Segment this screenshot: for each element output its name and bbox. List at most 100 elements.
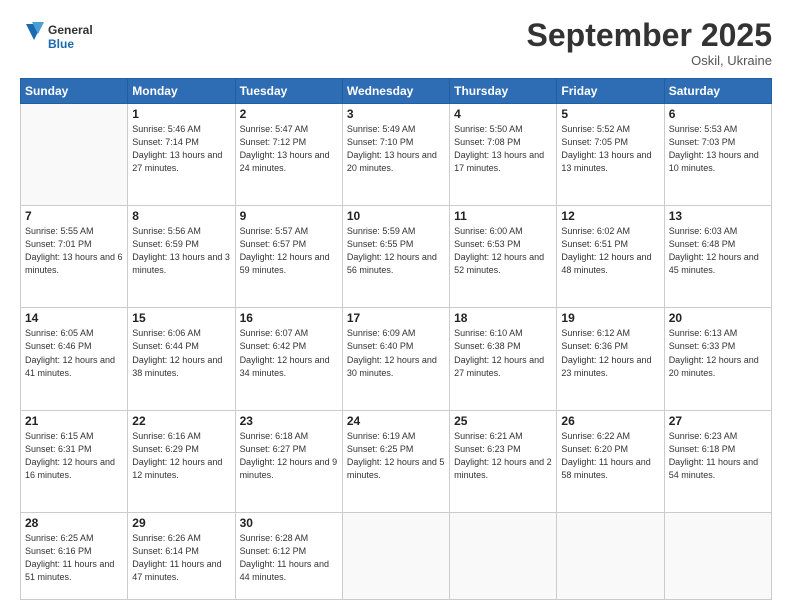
- day-cell: [450, 512, 557, 599]
- day-cell: 6 Sunrise: 5:53 AMSunset: 7:03 PMDayligh…: [664, 104, 771, 206]
- day-info: Sunrise: 5:55 AMSunset: 7:01 PMDaylight:…: [25, 225, 123, 277]
- day-cell: 26 Sunrise: 6:22 AMSunset: 6:20 PMDaylig…: [557, 410, 664, 512]
- day-cell: 3 Sunrise: 5:49 AMSunset: 7:10 PMDayligh…: [342, 104, 449, 206]
- week-row-1: 1 Sunrise: 5:46 AMSunset: 7:14 PMDayligh…: [21, 104, 772, 206]
- day-info: Sunrise: 6:28 AMSunset: 6:12 PMDaylight:…: [240, 532, 338, 584]
- day-info: Sunrise: 6:13 AMSunset: 6:33 PMDaylight:…: [669, 327, 767, 379]
- day-number: 29: [132, 516, 230, 530]
- day-cell: 15 Sunrise: 6:06 AMSunset: 6:44 PMDaylig…: [128, 308, 235, 410]
- title-block: September 2025 Oskil, Ukraine: [527, 18, 772, 68]
- day-cell: 1 Sunrise: 5:46 AMSunset: 7:14 PMDayligh…: [128, 104, 235, 206]
- day-info: Sunrise: 5:49 AMSunset: 7:10 PMDaylight:…: [347, 123, 445, 175]
- header: General Blue September 2025 Oskil, Ukrai…: [20, 18, 772, 68]
- day-info: Sunrise: 6:09 AMSunset: 6:40 PMDaylight:…: [347, 327, 445, 379]
- day-number: 2: [240, 107, 338, 121]
- day-cell: 5 Sunrise: 5:52 AMSunset: 7:05 PMDayligh…: [557, 104, 664, 206]
- day-number: 8: [132, 209, 230, 223]
- col-header-monday: Monday: [128, 79, 235, 104]
- day-number: 25: [454, 414, 552, 428]
- day-cell: 25 Sunrise: 6:21 AMSunset: 6:23 PMDaylig…: [450, 410, 557, 512]
- day-cell: 20 Sunrise: 6:13 AMSunset: 6:33 PMDaylig…: [664, 308, 771, 410]
- day-cell: 24 Sunrise: 6:19 AMSunset: 6:25 PMDaylig…: [342, 410, 449, 512]
- day-number: 26: [561, 414, 659, 428]
- month-title: September 2025: [527, 18, 772, 53]
- day-number: 6: [669, 107, 767, 121]
- calendar-body: 1 Sunrise: 5:46 AMSunset: 7:14 PMDayligh…: [21, 104, 772, 600]
- day-info: Sunrise: 6:19 AMSunset: 6:25 PMDaylight:…: [347, 430, 445, 482]
- day-info: Sunrise: 6:21 AMSunset: 6:23 PMDaylight:…: [454, 430, 552, 482]
- day-number: 14: [25, 311, 123, 325]
- day-cell: 16 Sunrise: 6:07 AMSunset: 6:42 PMDaylig…: [235, 308, 342, 410]
- col-header-saturday: Saturday: [664, 79, 771, 104]
- day-info: Sunrise: 5:50 AMSunset: 7:08 PMDaylight:…: [454, 123, 552, 175]
- location: Oskil, Ukraine: [527, 53, 772, 68]
- day-number: 9: [240, 209, 338, 223]
- day-number: 27: [669, 414, 767, 428]
- logo-svg: General Blue: [20, 18, 110, 56]
- page: General Blue September 2025 Oskil, Ukrai…: [0, 0, 792, 612]
- week-row-3: 14 Sunrise: 6:05 AMSunset: 6:46 PMDaylig…: [21, 308, 772, 410]
- day-cell: 9 Sunrise: 5:57 AMSunset: 6:57 PMDayligh…: [235, 206, 342, 308]
- day-cell: 19 Sunrise: 6:12 AMSunset: 6:36 PMDaylig…: [557, 308, 664, 410]
- logo: General Blue: [20, 18, 110, 56]
- day-cell: 30 Sunrise: 6:28 AMSunset: 6:12 PMDaylig…: [235, 512, 342, 599]
- day-cell: 2 Sunrise: 5:47 AMSunset: 7:12 PMDayligh…: [235, 104, 342, 206]
- day-info: Sunrise: 6:03 AMSunset: 6:48 PMDaylight:…: [669, 225, 767, 277]
- day-number: 18: [454, 311, 552, 325]
- day-number: 3: [347, 107, 445, 121]
- day-number: 22: [132, 414, 230, 428]
- day-number: 21: [25, 414, 123, 428]
- day-cell: 18 Sunrise: 6:10 AMSunset: 6:38 PMDaylig…: [450, 308, 557, 410]
- day-cell: 4 Sunrise: 5:50 AMSunset: 7:08 PMDayligh…: [450, 104, 557, 206]
- day-info: Sunrise: 5:52 AMSunset: 7:05 PMDaylight:…: [561, 123, 659, 175]
- day-info: Sunrise: 6:16 AMSunset: 6:29 PMDaylight:…: [132, 430, 230, 482]
- day-cell: 28 Sunrise: 6:25 AMSunset: 6:16 PMDaylig…: [21, 512, 128, 599]
- svg-text:General: General: [48, 23, 93, 37]
- day-info: Sunrise: 6:10 AMSunset: 6:38 PMDaylight:…: [454, 327, 552, 379]
- week-row-2: 7 Sunrise: 5:55 AMSunset: 7:01 PMDayligh…: [21, 206, 772, 308]
- day-info: Sunrise: 6:02 AMSunset: 6:51 PMDaylight:…: [561, 225, 659, 277]
- col-header-wednesday: Wednesday: [342, 79, 449, 104]
- day-cell: [21, 104, 128, 206]
- day-info: Sunrise: 6:25 AMSunset: 6:16 PMDaylight:…: [25, 532, 123, 584]
- col-header-tuesday: Tuesday: [235, 79, 342, 104]
- day-info: Sunrise: 6:26 AMSunset: 6:14 PMDaylight:…: [132, 532, 230, 584]
- day-cell: [664, 512, 771, 599]
- day-number: 15: [132, 311, 230, 325]
- day-cell: 8 Sunrise: 5:56 AMSunset: 6:59 PMDayligh…: [128, 206, 235, 308]
- day-info: Sunrise: 5:59 AMSunset: 6:55 PMDaylight:…: [347, 225, 445, 277]
- day-cell: 11 Sunrise: 6:00 AMSunset: 6:53 PMDaylig…: [450, 206, 557, 308]
- day-info: Sunrise: 6:07 AMSunset: 6:42 PMDaylight:…: [240, 327, 338, 379]
- day-number: 30: [240, 516, 338, 530]
- day-info: Sunrise: 6:15 AMSunset: 6:31 PMDaylight:…: [25, 430, 123, 482]
- day-number: 5: [561, 107, 659, 121]
- day-info: Sunrise: 5:47 AMSunset: 7:12 PMDaylight:…: [240, 123, 338, 175]
- day-number: 7: [25, 209, 123, 223]
- day-info: Sunrise: 6:22 AMSunset: 6:20 PMDaylight:…: [561, 430, 659, 482]
- week-row-4: 21 Sunrise: 6:15 AMSunset: 6:31 PMDaylig…: [21, 410, 772, 512]
- day-info: Sunrise: 5:46 AMSunset: 7:14 PMDaylight:…: [132, 123, 230, 175]
- day-cell: 13 Sunrise: 6:03 AMSunset: 6:48 PMDaylig…: [664, 206, 771, 308]
- col-header-friday: Friday: [557, 79, 664, 104]
- day-number: 10: [347, 209, 445, 223]
- calendar-table: SundayMondayTuesdayWednesdayThursdayFrid…: [20, 78, 772, 600]
- day-cell: [557, 512, 664, 599]
- day-number: 12: [561, 209, 659, 223]
- day-number: 17: [347, 311, 445, 325]
- day-number: 16: [240, 311, 338, 325]
- day-cell: 10 Sunrise: 5:59 AMSunset: 6:55 PMDaylig…: [342, 206, 449, 308]
- day-info: Sunrise: 6:18 AMSunset: 6:27 PMDaylight:…: [240, 430, 338, 482]
- day-info: Sunrise: 6:00 AMSunset: 6:53 PMDaylight:…: [454, 225, 552, 277]
- day-info: Sunrise: 6:23 AMSunset: 6:18 PMDaylight:…: [669, 430, 767, 482]
- day-cell: 22 Sunrise: 6:16 AMSunset: 6:29 PMDaylig…: [128, 410, 235, 512]
- day-cell: 14 Sunrise: 6:05 AMSunset: 6:46 PMDaylig…: [21, 308, 128, 410]
- day-cell: [342, 512, 449, 599]
- svg-text:Blue: Blue: [48, 37, 74, 51]
- day-number: 23: [240, 414, 338, 428]
- day-number: 19: [561, 311, 659, 325]
- day-cell: 21 Sunrise: 6:15 AMSunset: 6:31 PMDaylig…: [21, 410, 128, 512]
- day-info: Sunrise: 5:56 AMSunset: 6:59 PMDaylight:…: [132, 225, 230, 277]
- day-info: Sunrise: 6:05 AMSunset: 6:46 PMDaylight:…: [25, 327, 123, 379]
- day-cell: 29 Sunrise: 6:26 AMSunset: 6:14 PMDaylig…: [128, 512, 235, 599]
- day-cell: 23 Sunrise: 6:18 AMSunset: 6:27 PMDaylig…: [235, 410, 342, 512]
